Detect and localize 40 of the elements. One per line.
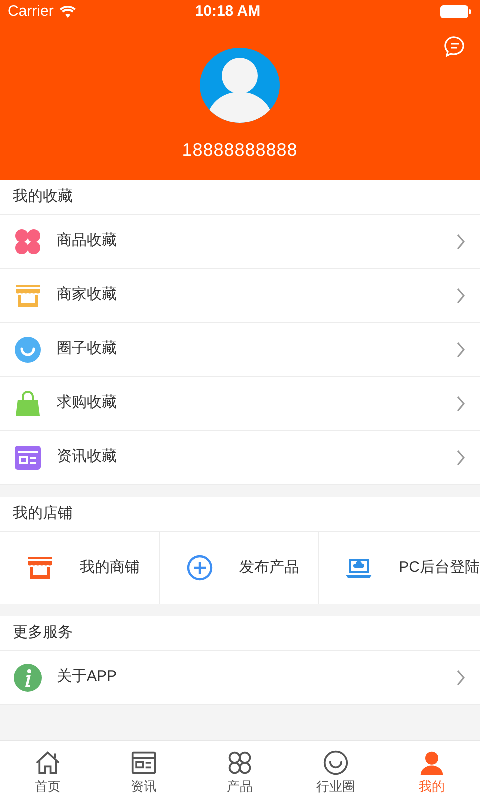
message-icon[interactable] [444, 36, 466, 57]
chevron-right-icon [456, 288, 466, 304]
bag-icon [14, 390, 42, 418]
person-icon [419, 750, 445, 776]
list-item[interactable]: 求购收藏 [0, 377, 480, 431]
chevron-right-icon [456, 670, 466, 686]
list-item[interactable]: 关于APP [0, 651, 480, 705]
tab-item[interactable]: 行业圈 [288, 741, 384, 800]
chevron-right-icon [456, 234, 466, 250]
tab-item[interactable]: 资讯 [96, 741, 192, 800]
clover-icon [227, 750, 253, 776]
clock: 10:18 AM [194, 2, 262, 22]
plus-icon [186, 554, 214, 582]
store-action[interactable]: PC后台登陆 [319, 532, 480, 604]
home-icon [35, 750, 61, 776]
store-action[interactable]: 我的商铺 [0, 532, 160, 604]
carrier-label: Carrier [8, 2, 54, 22]
tab-item[interactable]: 产品 [192, 741, 288, 800]
store-action[interactable]: 发布产品 [160, 532, 320, 604]
shop-icon [26, 554, 54, 582]
chevron-right-icon [456, 450, 466, 466]
chevron-right-icon [456, 342, 466, 358]
list-item[interactable]: 商家收藏 [0, 269, 480, 323]
section-title: 我的店铺 [13, 504, 73, 524]
wifi-icon [60, 6, 76, 18]
clover-icon [14, 228, 42, 256]
smile-icon [14, 336, 42, 364]
list-item[interactable]: 圈子收藏 [0, 323, 480, 377]
section-title: 我的收藏 [13, 186, 73, 207]
list-item[interactable]: 商品收藏 [0, 215, 480, 269]
chevron-right-icon [456, 396, 466, 412]
news-icon [14, 444, 42, 472]
tab-item[interactable]: 首页 [0, 741, 96, 800]
phone-number: 18888888888 [182, 139, 298, 162]
news-icon [131, 750, 157, 776]
info-icon [14, 664, 42, 692]
smile-icon [323, 750, 349, 776]
list-item[interactable]: 资讯收藏 [0, 431, 480, 485]
section-title: 更多服务 [13, 622, 73, 643]
battery-icon [440, 5, 472, 19]
